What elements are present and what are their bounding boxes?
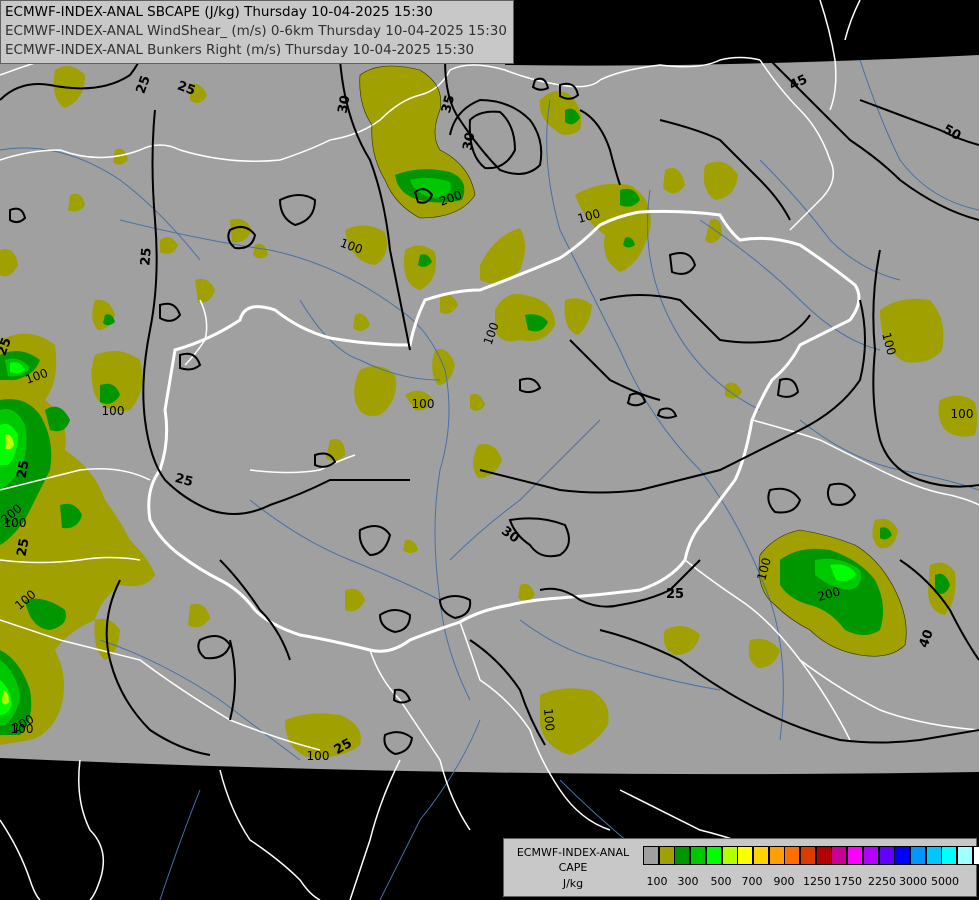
legend-swatch xyxy=(831,846,848,865)
shear-contour-label: 25 xyxy=(15,459,33,479)
cape-contour-label: 100 xyxy=(307,749,330,763)
legend-swatch xyxy=(705,846,722,865)
legend-variable-label: CAPE xyxy=(558,861,588,874)
legend-swatch xyxy=(909,846,926,865)
shear-contour-label: 30 xyxy=(461,131,479,151)
cape-contour-label: 100 xyxy=(11,722,34,736)
legend-tick-300: 300 xyxy=(677,875,699,888)
legend-swatch xyxy=(674,846,691,865)
legend-swatch xyxy=(658,846,675,865)
cape-contour-label: 100 xyxy=(541,708,557,732)
title-windshear: ECMWF-INDEX-ANAL WindShear_ (m/s) 0-6km … xyxy=(5,23,507,39)
legend-unit-label: J/kg xyxy=(562,877,584,890)
legend-swatch xyxy=(878,846,895,865)
cape-contour-label: 100 xyxy=(412,397,435,411)
shear-contour-label: 25 xyxy=(15,537,33,557)
legend-tick-3000: 3000 xyxy=(899,875,927,888)
shear-contour-label: 25 xyxy=(666,587,684,602)
legend-tick-900: 900 xyxy=(773,875,795,888)
legend-tick-1250: 1250 xyxy=(803,875,831,888)
map-title-box: ECMWF-INDEX-ANAL SBCAPE (J/kg) Thursday … xyxy=(0,0,514,64)
legend-swatch xyxy=(815,846,832,865)
shear-contour-label: 25 xyxy=(138,247,155,266)
weather-map: 25 2530 35304550402530252525252525 1001002… xyxy=(0,0,979,900)
legend-swatch xyxy=(737,846,754,865)
legend-swatch xyxy=(925,846,942,865)
legend-swatch xyxy=(894,846,911,865)
legend-swatch xyxy=(847,846,864,865)
outside-domain-top xyxy=(505,0,979,66)
legend-swatch xyxy=(752,846,769,865)
legend-swatch xyxy=(768,846,785,865)
legend-tick-500: 500 xyxy=(710,875,732,888)
shear-contour-label: 30 xyxy=(336,94,354,114)
legend-swatch xyxy=(957,846,973,865)
legend-swatch xyxy=(721,846,738,865)
legend-model-label: ECMWF-INDEX-ANAL xyxy=(516,846,630,859)
legend-swatch xyxy=(972,846,979,865)
legend-swatch xyxy=(800,846,816,865)
legend-tick-700: 700 xyxy=(741,875,763,888)
cape-contour-label: 100 xyxy=(951,407,974,421)
title-sbcape: ECMWF-INDEX-ANAL SBCAPE (J/kg) Thursday … xyxy=(5,4,433,20)
legend-swatch xyxy=(784,846,801,865)
legend-tick-2250: 2250 xyxy=(868,875,896,888)
legend-tick-100: 100 xyxy=(646,875,668,888)
title-bunkers-right: ECMWF-INDEX-ANAL Bunkers Right (m/s) Thu… xyxy=(5,42,475,58)
model-domain xyxy=(0,0,979,775)
legend-swatch xyxy=(941,846,958,865)
legend-tick-5000: 5000 xyxy=(931,875,959,888)
map-view[interactable]: 25 25 30 35 30 45 50 40 25 30 25 25 25 25 25 25 100 100 2… xyxy=(0,0,979,900)
legend-swatch xyxy=(862,846,879,865)
legend-swatch xyxy=(690,846,707,865)
cape-legend: ECMWF-INDEX-ANAL CAPE J/kg 100 300 500 700 9… xyxy=(503,838,979,897)
cape-contour-label: 100 xyxy=(102,404,125,418)
legend-swatch xyxy=(643,846,659,865)
legend-tick-1750: 1750 xyxy=(834,875,862,888)
